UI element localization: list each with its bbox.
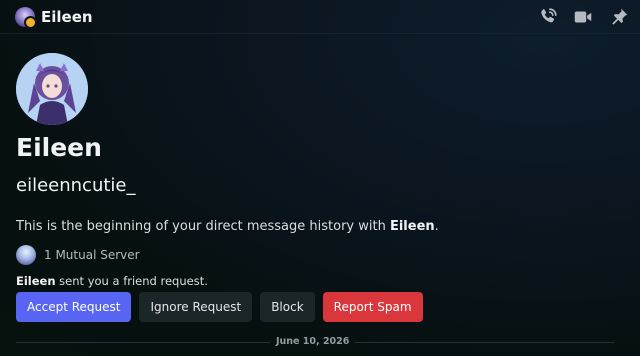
dm-beginning-text: This is the beginning of your direct mes… (16, 218, 439, 236)
message-area: Eileen eileenncutie_ This is the beginni… (0, 34, 640, 356)
date-divider-label: June 10, 2026 (270, 335, 356, 349)
friend-request-message: sent you a friend request. (55, 274, 208, 288)
voice-call-icon[interactable] (537, 6, 559, 28)
pin-icon[interactable] (608, 6, 630, 28)
friend-request-text: Eileen sent you a friend request. (16, 273, 208, 289)
dm-beginning-name: Eileen (389, 219, 435, 234)
dm-beginning-suffix: . (434, 219, 439, 234)
mutual-servers-label: 1 Mutual Server (44, 248, 140, 262)
profile-display-name: Eileen (16, 133, 102, 162)
dm-beginning-prefix: This is the beginning of your direct mes… (16, 219, 390, 234)
accept-request-button[interactable]: Accept Request (16, 292, 132, 322)
ignore-request-button[interactable]: Ignore Request (139, 292, 253, 322)
friend-request-name: Eileen (16, 274, 56, 288)
friend-request-actions: Accept Request Ignore Request Block Repo… (16, 292, 431, 322)
header-avatar[interactable] (15, 7, 37, 29)
channel-header: Eileen (0, 0, 640, 34)
mutual-servers-row[interactable]: 1 Mutual Server (16, 244, 140, 266)
mutual-server-icon (16, 245, 36, 265)
block-button[interactable]: Block (260, 292, 315, 322)
profile-avatar[interactable] (16, 53, 88, 125)
video-call-icon[interactable] (572, 6, 594, 28)
header-title[interactable]: Eileen (41, 7, 93, 27)
profile-username: eileenncutie_ (16, 175, 136, 196)
report-spam-button[interactable]: Report Spam (322, 292, 423, 322)
idle-status-dot (24, 16, 37, 29)
